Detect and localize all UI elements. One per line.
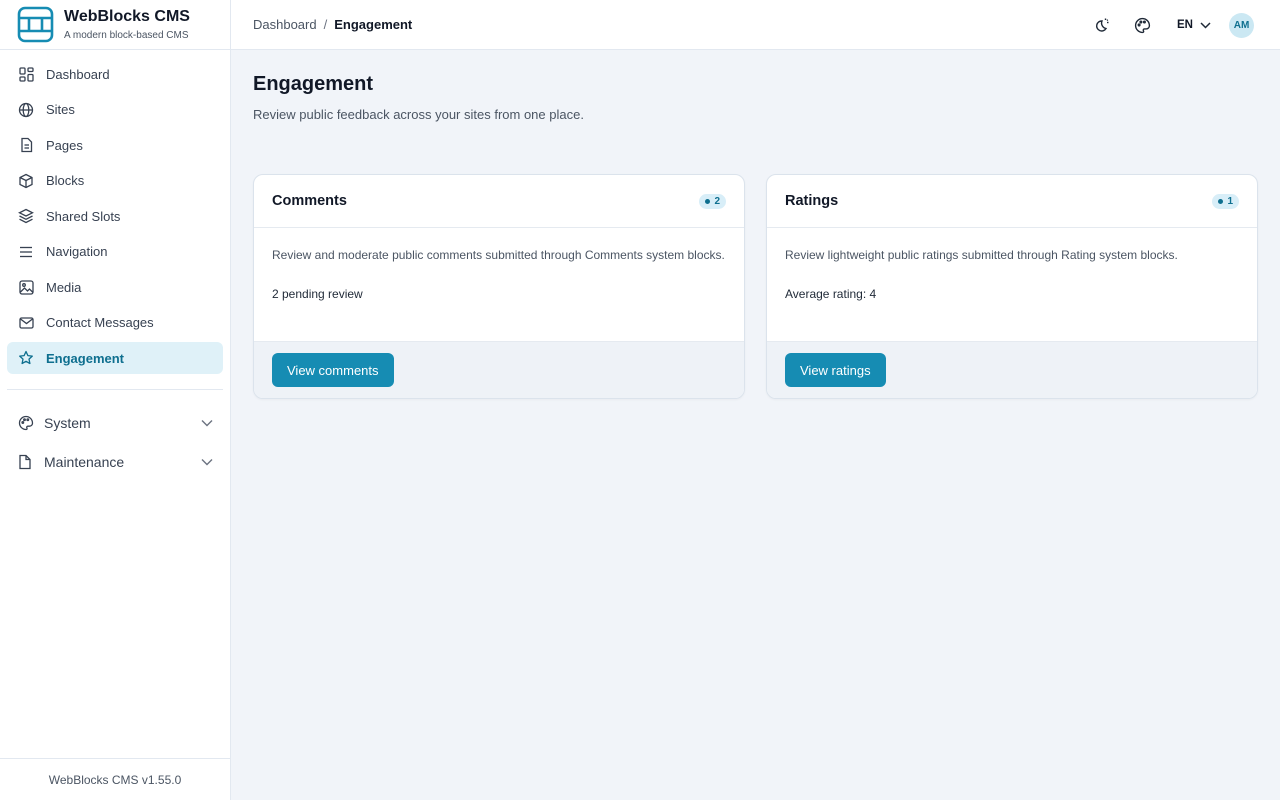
sidebar-nav: Dashboard Sites Pages Blocks Shared Slot…	[0, 50, 230, 374]
count-badge: 1	[1212, 193, 1239, 209]
card-title: Comments	[272, 193, 347, 209]
sidebar-item-label: Contact Messages	[46, 315, 154, 330]
file-icon	[18, 454, 34, 470]
cube-icon	[18, 173, 34, 189]
badge-count: 2	[714, 195, 720, 207]
page-subtitle: Review public feedback across your sites…	[253, 107, 584, 122]
sidebar-item-sites[interactable]: Sites	[7, 94, 223, 126]
card-description: Review lightweight public ratings submit…	[785, 248, 1178, 262]
chevron-down-icon	[201, 459, 213, 466]
sidebar-item-label: Engagement	[46, 350, 125, 366]
star-icon	[18, 350, 34, 366]
sidebar-item-label: Blocks	[46, 173, 85, 188]
sidebar-item-label: Sites	[46, 102, 75, 117]
theme-toggle-icon[interactable]	[1092, 16, 1110, 34]
sidebar-group-label: Maintenance	[44, 454, 125, 470]
dashboard-grid-icon	[18, 66, 34, 82]
main-content: Engagement Review public feedback across…	[231, 50, 1280, 800]
badge-count: 1	[1227, 195, 1233, 207]
view-ratings-button[interactable]: View ratings	[785, 353, 886, 387]
avatar[interactable]: AM	[1229, 12, 1254, 38]
sidebar-item-blocks[interactable]: Blocks	[7, 165, 223, 197]
card-footer: View ratings	[767, 341, 1257, 398]
sidebar-item-label: Shared Slots	[46, 208, 121, 224]
palette-icon	[18, 415, 34, 431]
breadcrumb-separator: /	[323, 17, 328, 32]
sidebar-item-label: Media	[46, 279, 82, 295]
card-footer: View comments	[254, 341, 744, 398]
card-stat: 2 pending review	[272, 286, 363, 301]
count-badge: 2	[699, 193, 726, 209]
sidebar-item-label: Pages	[46, 137, 83, 153]
sidebar-item-contact-messages[interactable]: Contact Messages	[7, 307, 223, 339]
card-body: Review and moderate public comments subm…	[254, 228, 744, 343]
view-comments-button[interactable]: View comments	[272, 353, 394, 387]
sidebar-group-label: System	[44, 415, 91, 431]
sidebar: WebBlocks CMS A modern block-based CMS D…	[0, 0, 231, 800]
card-header: Comments 2	[254, 175, 744, 228]
badge-dot-icon	[1218, 198, 1224, 204]
sidebar-item-shared-slots[interactable]: Shared Slots	[7, 200, 223, 232]
topbar: Dashboard / Engagement EN AM	[231, 0, 1280, 50]
sidebar-item-navigation[interactable]: Navigation	[7, 236, 223, 268]
document-icon	[18, 137, 34, 153]
sidebar-group-maintenance[interactable]: Maintenance	[0, 446, 230, 478]
mail-icon	[18, 315, 34, 331]
breadcrumb-current: Engagement	[334, 17, 413, 32]
language-label: EN	[1177, 19, 1193, 31]
sidebar-item-label: Navigation	[46, 244, 108, 259]
brand-name: WebBlocks CMS	[64, 7, 190, 25]
brand-tagline: A modern block-based CMS	[64, 29, 189, 41]
card-header: Ratings 1	[767, 175, 1257, 228]
chevron-down-icon	[201, 420, 213, 427]
card-description: Review and moderate public comments subm…	[272, 248, 725, 262]
brand-logo-icon	[17, 6, 54, 43]
globe-icon	[18, 102, 34, 118]
image-icon	[18, 279, 34, 295]
page-title: Engagement	[253, 73, 374, 95]
sidebar-item-label: Dashboard	[46, 66, 110, 82]
sidebar-item-media[interactable]: Media	[7, 271, 223, 303]
sidebar-item-engagement[interactable]: Engagement	[7, 342, 223, 374]
sidebar-divider	[7, 389, 223, 390]
palette-icon[interactable]	[1133, 16, 1151, 34]
layers-icon	[18, 208, 34, 224]
card-stat: Average rating: 4	[785, 286, 877, 301]
topbar-actions: EN AM	[1069, 0, 1254, 50]
comments-card: Comments 2 Review and moderate public co…	[253, 174, 745, 399]
version-label: WebBlocks CMS v1.55.0	[0, 758, 230, 800]
sidebar-item-pages[interactable]: Pages	[7, 129, 223, 161]
ratings-card: Ratings 1 Review lightweight public rati…	[766, 174, 1258, 399]
breadcrumb-dashboard[interactable]: Dashboard	[253, 17, 317, 32]
card-title: Ratings	[785, 193, 839, 209]
brand[interactable]: WebBlocks CMS A modern block-based CMS	[0, 0, 230, 50]
menu-lines-icon	[18, 244, 34, 260]
language-selector[interactable]: EN	[1177, 19, 1211, 31]
sidebar-item-dashboard[interactable]: Dashboard	[7, 58, 223, 90]
card-body: Review lightweight public ratings submit…	[767, 228, 1257, 343]
sidebar-group-system[interactable]: System	[0, 407, 230, 439]
badge-dot-icon	[705, 198, 711, 204]
chevron-down-icon	[1200, 21, 1211, 29]
